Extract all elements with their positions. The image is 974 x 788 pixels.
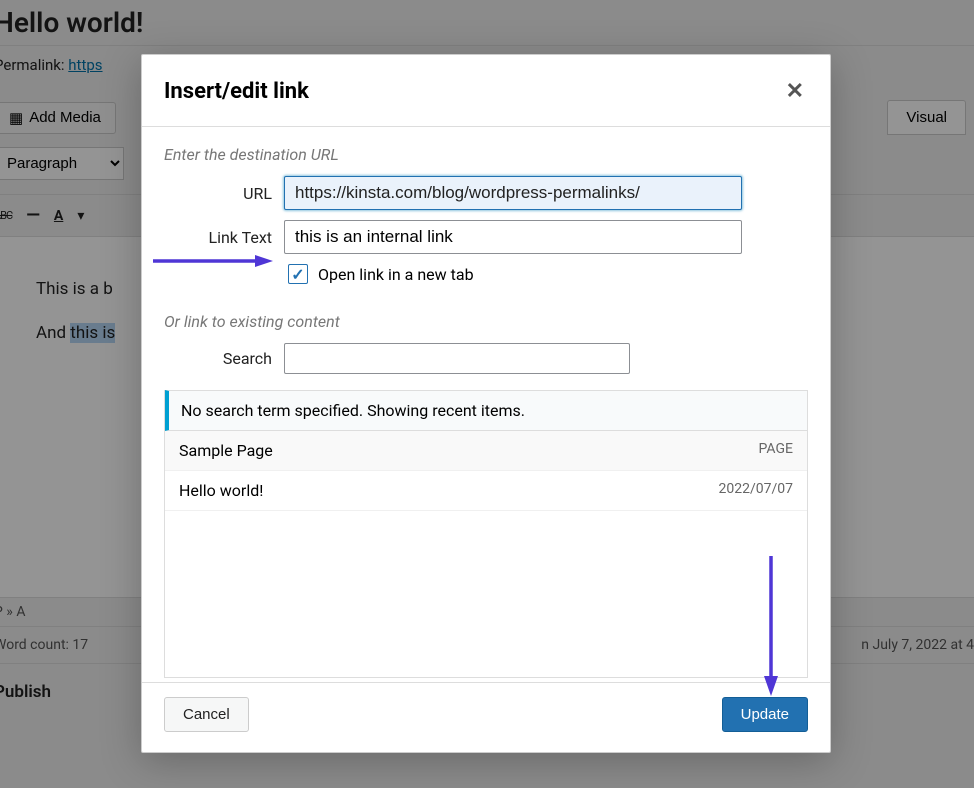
update-button[interactable]: Update	[722, 697, 808, 732]
cancel-button[interactable]: Cancel	[164, 697, 249, 732]
search-row: Search	[164, 343, 808, 374]
result-item[interactable]: Hello world! 2022/07/07	[165, 471, 807, 511]
search-label: Search	[164, 349, 272, 368]
hint-existing: Or link to existing content	[164, 312, 808, 331]
result-meta: 2022/07/07	[719, 481, 794, 500]
modal-footer: Cancel Update	[142, 682, 830, 752]
search-input[interactable]	[284, 343, 630, 374]
url-label: URL	[164, 184, 272, 203]
url-input[interactable]	[284, 176, 742, 210]
link-text-label: Link Text	[164, 228, 272, 247]
hint-url: Enter the destination URL	[164, 145, 808, 164]
modal-title: Insert/edit link	[164, 79, 309, 104]
result-item[interactable]: Sample Page PAGE	[165, 431, 807, 471]
link-text-input[interactable]	[284, 220, 742, 254]
results-box: No search term specified. Showing recent…	[164, 390, 808, 678]
result-title: Hello world!	[179, 481, 263, 500]
results-notice: No search term specified. Showing recent…	[165, 390, 807, 431]
new-tab-label: Open link in a new tab	[318, 265, 474, 284]
new-tab-checkbox[interactable]: ✓	[288, 264, 308, 284]
result-meta: PAGE	[759, 441, 793, 460]
modal-body: Enter the destination URL URL Link Text …	[142, 127, 830, 682]
modal-header: Insert/edit link ✕	[142, 55, 830, 127]
url-field-row: URL	[164, 176, 808, 210]
link-text-field-row: Link Text	[164, 220, 808, 254]
link-modal: Insert/edit link ✕ Enter the destination…	[141, 54, 831, 753]
close-icon[interactable]: ✕	[782, 75, 808, 108]
result-title: Sample Page	[179, 441, 273, 460]
new-tab-row: ✓ Open link in a new tab	[288, 264, 808, 284]
